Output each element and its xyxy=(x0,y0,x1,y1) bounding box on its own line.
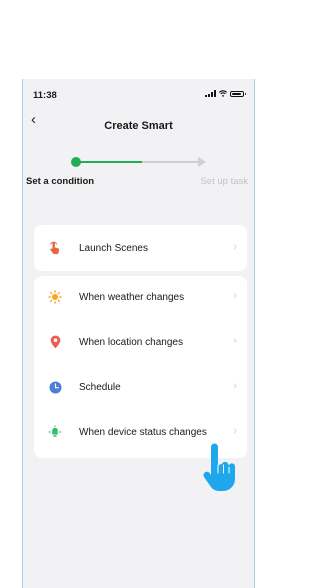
weather-condition-item[interactable]: When weather changes › xyxy=(34,279,247,315)
device-status-condition-label: When device status changes xyxy=(79,427,207,438)
sun-icon xyxy=(48,290,62,304)
phone-screen: 11:38 ‹ Create Smart Set a condition Set… xyxy=(22,79,255,588)
step-progress-line xyxy=(80,161,142,163)
step-label-task: Set up task xyxy=(200,176,248,187)
chevron-right-icon: › xyxy=(233,335,237,347)
status-bar: 11:38 xyxy=(23,79,254,107)
status-time: 11:38 xyxy=(33,90,57,101)
step-remaining-line xyxy=(142,161,200,163)
clock-icon xyxy=(48,380,62,394)
step-indicator: Set a condition Set up task xyxy=(23,144,254,187)
launch-scenes-label: Launch Scenes xyxy=(79,243,148,254)
launch-card: Launch Scenes › xyxy=(34,225,247,271)
chevron-right-icon: › xyxy=(233,425,237,437)
schedule-condition-label: Schedule xyxy=(79,382,121,393)
conditions-card: When weather changes › When location cha… xyxy=(34,276,247,458)
chevron-right-icon: › xyxy=(233,241,237,253)
battery-icon xyxy=(230,90,246,97)
device-icon xyxy=(48,425,62,439)
tap-finger-icon xyxy=(48,241,62,255)
wifi-icon xyxy=(219,90,227,97)
launch-scenes-item[interactable]: Launch Scenes › xyxy=(34,230,247,266)
step-label-condition: Set a condition xyxy=(26,176,95,187)
chevron-right-icon: › xyxy=(233,290,237,302)
location-condition-item[interactable]: When location changes › xyxy=(34,324,247,360)
chevron-right-icon: › xyxy=(233,380,237,392)
status-icons xyxy=(205,90,246,97)
page-title: Create Smart xyxy=(104,120,173,132)
signal-icon xyxy=(205,90,216,97)
location-pin-icon xyxy=(48,335,62,349)
weather-condition-label: When weather changes xyxy=(79,292,185,303)
nav-bar: ‹ Create Smart xyxy=(23,107,254,133)
location-condition-label: When location changes xyxy=(79,337,183,348)
pointing-hand-icon xyxy=(203,443,235,491)
schedule-condition-item[interactable]: Schedule › xyxy=(34,369,247,405)
step-arrow-icon xyxy=(198,157,206,167)
